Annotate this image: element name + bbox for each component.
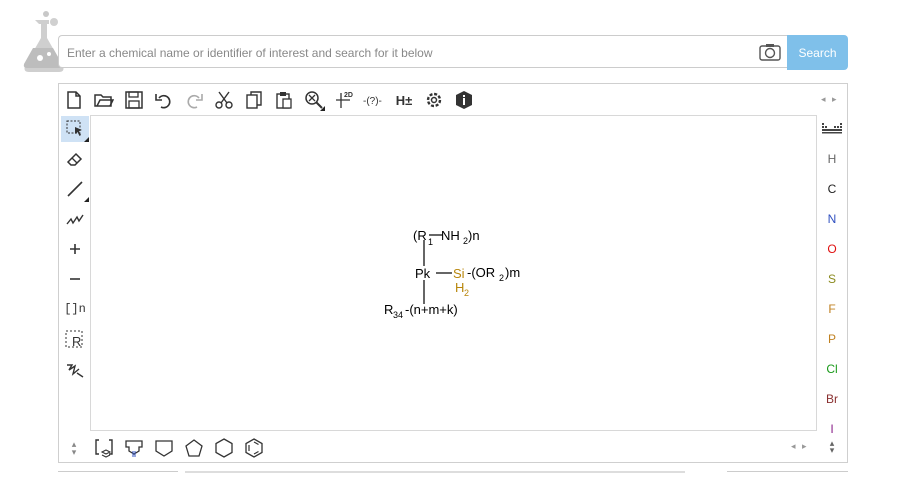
page-strip-right [727, 471, 848, 476]
svg-text:)m: )m [505, 265, 520, 280]
svg-text:R: R [72, 334, 81, 349]
rgroup-icon[interactable]: R [61, 326, 89, 352]
functional-groups-icon[interactable] [123, 437, 145, 459]
cut-icon[interactable] [213, 89, 235, 111]
toolbar-scroll-arrows-icon[interactable]: ◂ ▸ [821, 94, 839, 105]
shape-rectangle-icon[interactable] [153, 437, 175, 459]
info-icon[interactable] [453, 89, 475, 111]
svg-text:34: 34 [393, 310, 403, 320]
single-bond-icon[interactable] [61, 176, 89, 202]
redo-icon[interactable] [183, 89, 205, 111]
element-p[interactable]: P [817, 332, 847, 346]
eraser-icon[interactable] [61, 146, 89, 172]
copy-icon[interactable] [243, 89, 265, 111]
svg-text:2: 2 [499, 273, 504, 283]
select-tool-icon[interactable] [61, 116, 89, 142]
molecule-structure[interactable]: (R 1 NH 2 )n Pk Si -(OR 2 )m H 2 R 34 -(… [91, 116, 816, 430]
page-strip-mid [185, 471, 685, 477]
element-c[interactable]: C [817, 182, 847, 196]
add-remove-hydrogens-icon[interactable]: H± [393, 89, 415, 111]
paste-icon[interactable] [273, 89, 295, 111]
element-n[interactable]: N [817, 212, 847, 226]
structure-editor: 2D -(?)- H± ◂ ▸ []n R (R 1 NH 2)n Pk Si… [58, 83, 848, 463]
svg-text:1: 1 [428, 237, 433, 247]
periodic-table-icon[interactable] [817, 122, 847, 137]
layout-2d-icon[interactable]: 2D [333, 89, 355, 111]
page-strip-left [58, 471, 178, 476]
undo-icon[interactable] [153, 89, 175, 111]
svg-text:Pk: Pk [415, 266, 431, 281]
shape-pentagon-icon[interactable] [183, 437, 205, 459]
element-cl[interactable]: Cl [817, 362, 847, 376]
save-icon[interactable] [123, 89, 145, 111]
settings-gear-icon[interactable] [423, 89, 445, 111]
reaction-mapping-icon[interactable] [61, 356, 89, 382]
svg-text:(R: (R [413, 228, 427, 243]
element-h[interactable]: H [817, 152, 847, 166]
svg-text:Si: Si [453, 266, 465, 281]
shape-benzene-icon[interactable] [243, 437, 265, 459]
svg-text:2D: 2D [344, 92, 353, 99]
svg-text:H: H [455, 280, 464, 295]
zoom-icon[interactable] [303, 89, 325, 111]
search-input[interactable] [65, 36, 749, 69]
svg-text:)n: )n [468, 228, 480, 243]
new-document-icon[interactable] [63, 89, 85, 111]
svg-text:-(?)-: -(?)- [363, 96, 382, 107]
bottom-scroll-arrows-icon[interactable]: ◂ ▸ [791, 441, 809, 452]
shape-hexagon-icon[interactable] [213, 437, 235, 459]
sgroup-icon[interactable]: []n [61, 296, 89, 322]
chain-icon[interactable] [61, 206, 89, 232]
search-box [58, 35, 787, 69]
svg-text:-(OR: -(OR [467, 265, 495, 280]
open-folder-icon[interactable] [93, 89, 115, 111]
element-s[interactable]: S [817, 272, 847, 286]
top-toolbar: 2D -(?)- H± ◂ ▸ [59, 84, 847, 114]
template-library-icon[interactable] [93, 437, 115, 459]
charge-plus-icon[interactable] [61, 236, 89, 262]
svg-text:NH: NH [441, 228, 460, 243]
search-button[interactable]: Search [787, 35, 848, 70]
element-o[interactable]: O [817, 242, 847, 256]
camera-icon[interactable] [759, 43, 781, 61]
bottom-scroll-icon[interactable]: ▴ ▾ [63, 437, 85, 459]
charge-minus-icon[interactable] [61, 266, 89, 292]
svg-text:R: R [384, 302, 393, 317]
check-structure-icon[interactable]: -(?)- [363, 89, 389, 111]
element-br[interactable]: Br [817, 392, 847, 406]
bottom-toolbar: ▴ ▾ ◂ ▸ [59, 431, 847, 463]
svg-text:2: 2 [464, 288, 469, 298]
svg-text:-(n+m+k): -(n+m+k) [405, 302, 458, 317]
drawing-canvas[interactable]: (R 1 NH 2 )n Pk Si -(OR 2 )m H 2 R 34 -(… [90, 115, 817, 431]
element-f[interactable]: F [817, 302, 847, 316]
